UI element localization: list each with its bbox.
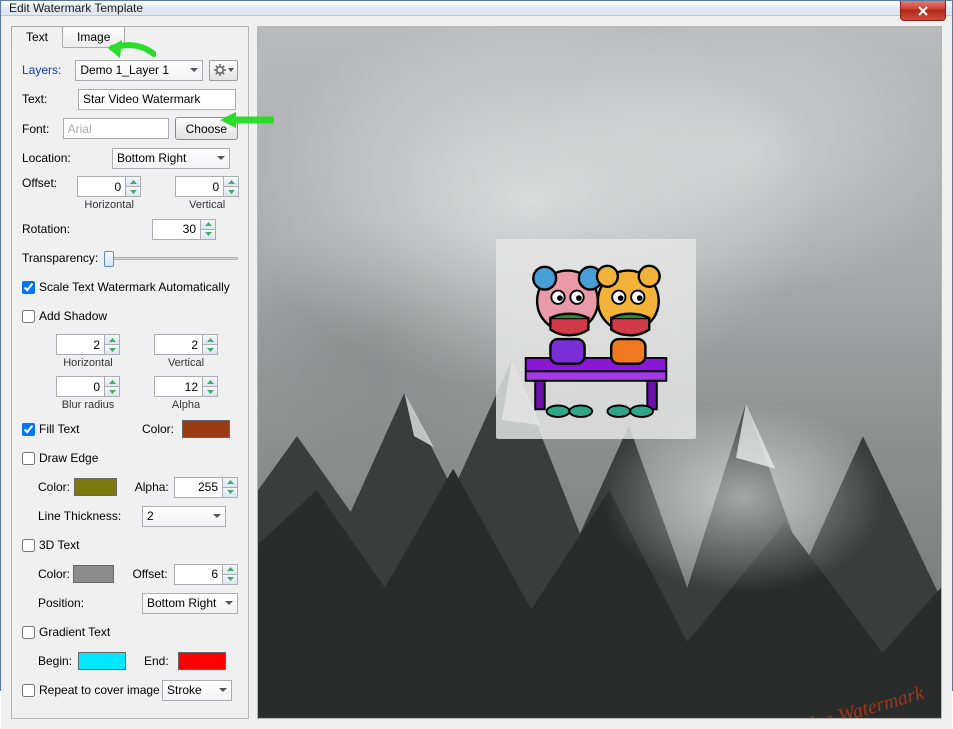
gradient-begin-swatch[interactable] — [78, 652, 126, 670]
shadow-blur-label: Blur radius — [62, 399, 115, 411]
transparency-slider[interactable] — [104, 248, 238, 268]
watermark-image-overlay — [496, 239, 696, 439]
offset-horizontal-spinner[interactable] — [77, 176, 141, 197]
text3d-color-swatch[interactable] — [73, 565, 115, 583]
layers-label: Layers: — [22, 63, 75, 77]
text3d-position-select[interactable]: Bottom Right — [142, 593, 238, 614]
fill-color-label: Color: — [142, 422, 182, 436]
titlebar: Edit Watermark Template — [1, 1, 952, 16]
repeat-mode-select[interactable]: Stroke — [162, 680, 232, 701]
text-input[interactable] — [78, 89, 236, 110]
text3d-offset-label: Offset: — [132, 567, 174, 581]
draw-edge-label: Draw Edge — [39, 451, 98, 465]
text3d-checkbox[interactable] — [22, 539, 35, 552]
repeat-checkbox[interactable] — [22, 684, 35, 697]
fill-color-swatch[interactable] — [182, 420, 230, 438]
offset-horizontal-label: Horizontal — [84, 199, 134, 211]
location-label: Location: — [22, 151, 112, 165]
tab-image[interactable]: Image — [62, 26, 125, 48]
edge-color-label: Color: — [38, 480, 74, 494]
gradient-label: Gradient Text — [39, 625, 110, 639]
add-shadow-checkbox[interactable] — [22, 310, 35, 323]
chevron-down-icon — [228, 68, 234, 72]
text3d-color-label: Color: — [38, 567, 73, 581]
close-button[interactable] — [900, 1, 946, 21]
close-icon — [917, 5, 929, 17]
shadow-blur-spinner[interactable] — [56, 376, 120, 397]
cartoon-characters-icon — [501, 244, 691, 434]
gradient-checkbox[interactable] — [22, 626, 35, 639]
edge-thickness-label: Line Thickness: — [38, 509, 142, 523]
font-label: Font: — [22, 122, 63, 136]
settings-panel: Text Image Layers: Demo 1_Layer 1 Text: — [11, 26, 249, 719]
window-title: Edit Watermark Template — [9, 1, 143, 15]
edge-alpha-spinner[interactable] — [174, 477, 238, 498]
layers-gear-button[interactable] — [209, 60, 238, 81]
edge-color-swatch[interactable] — [74, 478, 117, 496]
scale-auto-label: Scale Text Watermark Automatically — [39, 280, 230, 294]
text3d-position-label: Position: — [38, 596, 142, 610]
offset-vertical-label: Vertical — [189, 199, 225, 211]
shadow-vertical-label: Vertical — [168, 357, 204, 369]
tab-text[interactable]: Text — [11, 26, 63, 48]
fill-text-label: Fill Text — [39, 422, 79, 436]
rotation-label: Rotation: — [22, 222, 152, 236]
shadow-horizontal-label: Horizontal — [63, 357, 113, 369]
location-select[interactable]: Bottom Right — [112, 148, 230, 169]
repeat-label: Repeat to cover image — [39, 683, 160, 697]
shadow-alpha-label: Alpha — [172, 399, 200, 411]
text3d-offset-spinner[interactable] — [174, 564, 238, 585]
transparency-label: Transparency: — [22, 251, 98, 265]
offset-vertical-spinner[interactable] — [175, 176, 239, 197]
preview-canvas: Star Video Watermark — [257, 26, 942, 719]
scale-auto-checkbox[interactable] — [22, 281, 35, 294]
edge-alpha-label: Alpha: — [135, 480, 174, 494]
draw-edge-checkbox[interactable] — [22, 452, 35, 465]
font-display — [63, 118, 169, 139]
gradient-begin-label: Begin: — [38, 654, 78, 668]
text3d-label: 3D Text — [39, 538, 79, 552]
gradient-end-label: End: — [144, 654, 178, 668]
rotation-spinner[interactable] — [152, 219, 216, 240]
text-label: Text: — [22, 92, 78, 106]
shadow-alpha-spinner[interactable] — [154, 376, 218, 397]
add-shadow-label: Add Shadow — [39, 309, 107, 323]
fill-text-checkbox[interactable] — [22, 423, 35, 436]
offset-label: Offset: — [22, 176, 57, 190]
shadow-horizontal-spinner[interactable] — [56, 334, 120, 355]
gear-icon — [214, 64, 226, 76]
shadow-vertical-spinner[interactable] — [154, 334, 218, 355]
edge-thickness-select[interactable]: 2 — [142, 506, 226, 527]
choose-font-button[interactable]: Choose — [175, 117, 238, 140]
layers-select[interactable]: Demo 1_Layer 1 — [75, 60, 203, 81]
gradient-end-swatch[interactable] — [178, 652, 226, 670]
